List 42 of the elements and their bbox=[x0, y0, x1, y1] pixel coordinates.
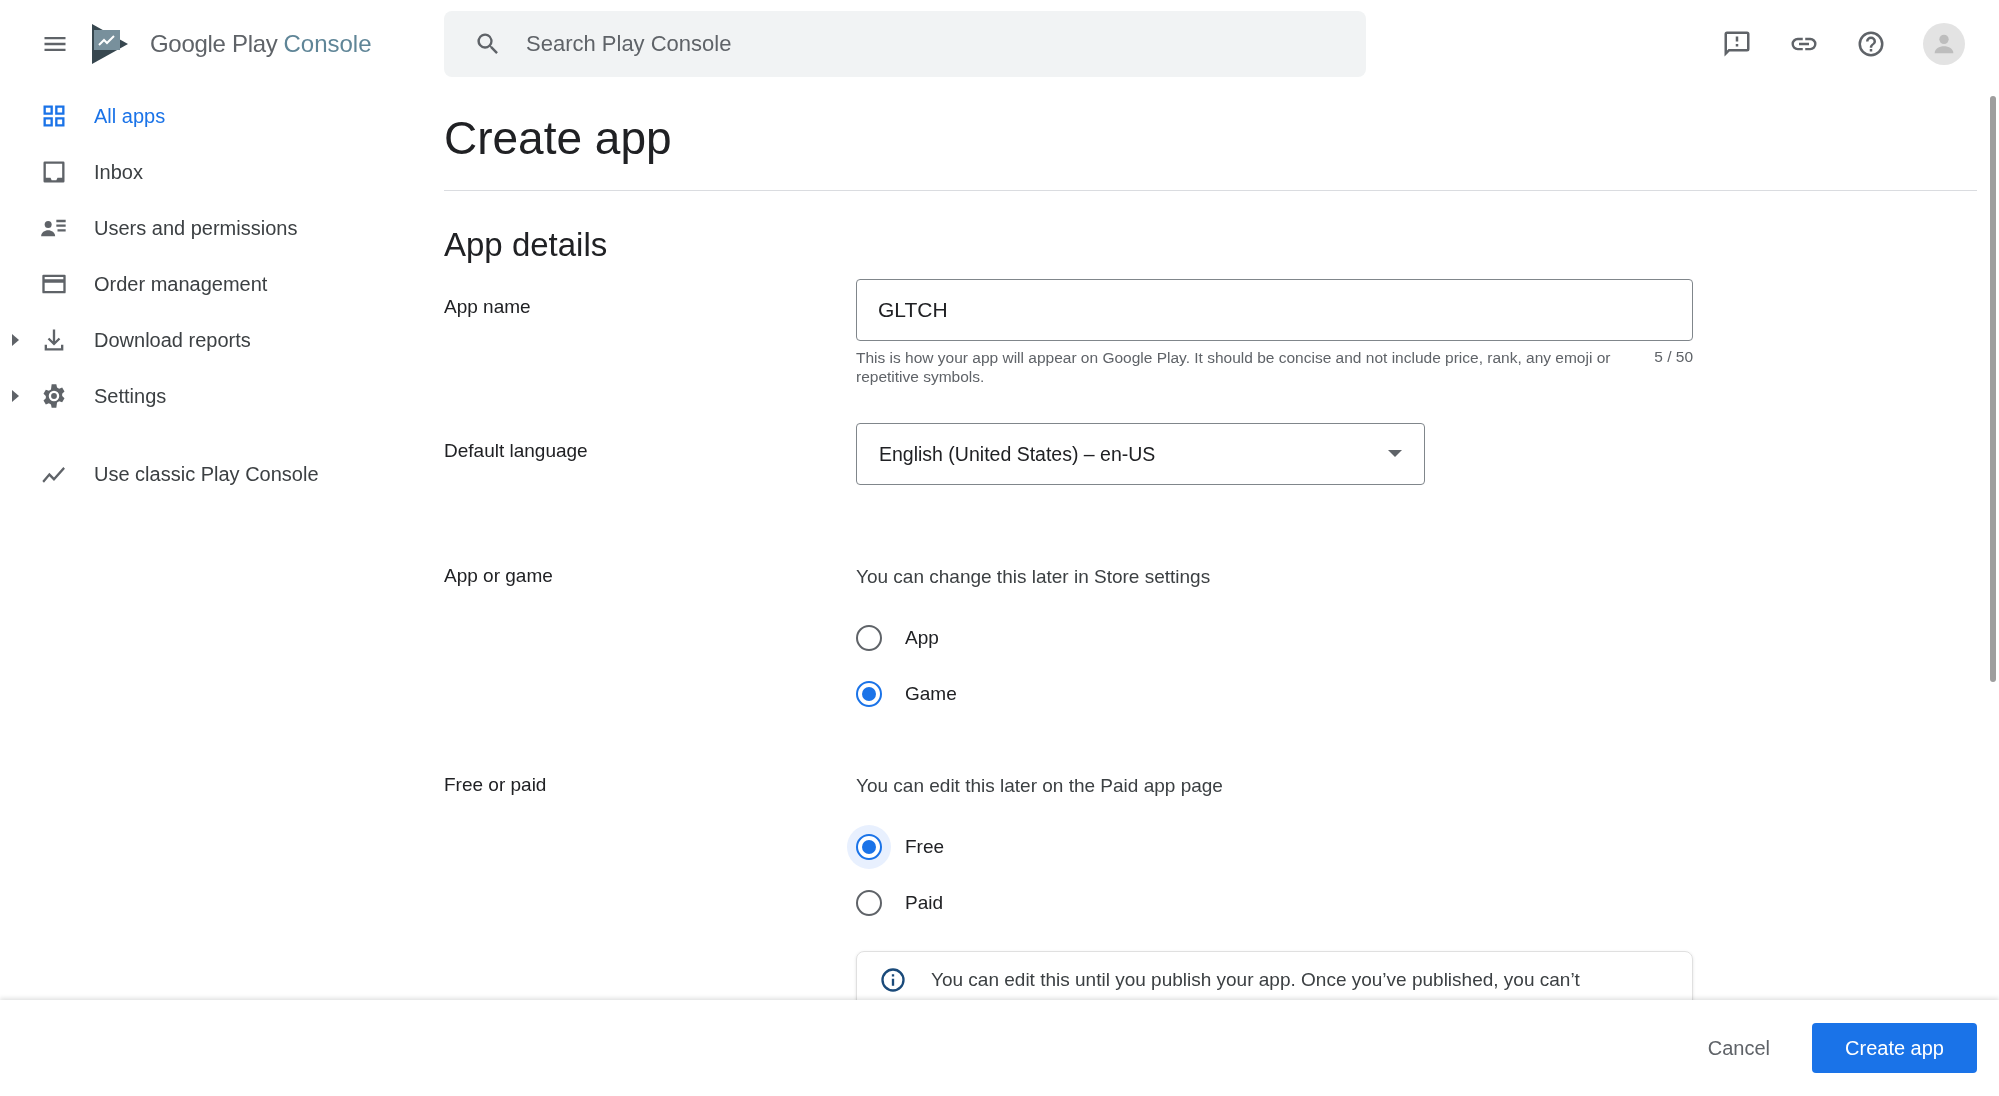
nav-item[interactable]: Download reports bbox=[0, 312, 444, 368]
nav-item[interactable]: All apps bbox=[0, 88, 444, 144]
radio-option[interactable]: Free bbox=[847, 819, 1693, 875]
scrollbar[interactable] bbox=[1990, 96, 1996, 682]
language-dropdown[interactable]: English (United States) – en-US bbox=[856, 423, 1425, 485]
field-hint: You can change this later in Store settings bbox=[856, 565, 1212, 589]
field-label: Free or paid bbox=[444, 774, 548, 797]
radio-icon[interactable] bbox=[856, 834, 882, 860]
field-label: App or game bbox=[444, 565, 554, 588]
field-label: Default language bbox=[444, 439, 589, 463]
nav-item[interactable]: Order management bbox=[0, 256, 444, 312]
radio-option[interactable]: Game bbox=[847, 666, 1693, 722]
help-icon[interactable] bbox=[1856, 29, 1886, 59]
radio-icon[interactable] bbox=[856, 681, 882, 707]
page-title: Create app bbox=[444, 112, 673, 164]
info-icon bbox=[879, 966, 907, 994]
field-label: App name bbox=[444, 295, 532, 319]
helper-text: This is how your app will appear on Google Play. It should be concise and not include price, rank, any emoji or repetitive symbols. bbox=[856, 348, 1612, 386]
search-input[interactable]: Search Play Console bbox=[524, 30, 1366, 58]
radio-option[interactable]: App bbox=[847, 610, 1693, 666]
section-heading: App details bbox=[444, 225, 609, 265]
feedback-icon[interactable] bbox=[1722, 29, 1752, 59]
character-counter: 5 / 50 bbox=[1654, 348, 1693, 367]
nav-item[interactable]: Inbox bbox=[0, 144, 444, 200]
brand-name: Google Play bbox=[150, 30, 278, 58]
notice-text: You can edit this until you publish your app. Once you’ve published, you can’t bbox=[931, 969, 1580, 991]
nav-item[interactable]: Settings bbox=[0, 368, 444, 424]
radio-icon[interactable] bbox=[856, 625, 882, 651]
cancel-button[interactable]: Cancel bbox=[1691, 1024, 1787, 1072]
dropdown-arrow-icon bbox=[1388, 450, 1402, 458]
expand-caret-icon[interactable] bbox=[11, 333, 21, 347]
product-name: Console bbox=[283, 30, 372, 58]
app-name-field[interactable]: GLTCH bbox=[856, 279, 1693, 341]
radio-option[interactable]: Paid bbox=[847, 875, 1693, 931]
nav-item[interactable]: Users and permissions bbox=[0, 200, 444, 256]
expand-caret-icon[interactable] bbox=[11, 389, 21, 403]
field-hint: You can edit this later on the Paid app page bbox=[856, 774, 1224, 798]
play-console-logo-icon bbox=[90, 22, 130, 66]
create-app-button[interactable]: Create app bbox=[1812, 1023, 1977, 1073]
search-bar[interactable]: Search Play Console bbox=[444, 11, 1366, 77]
classic-console-link[interactable]: Use classic Play Console bbox=[0, 446, 444, 502]
radio-icon[interactable] bbox=[856, 890, 882, 916]
